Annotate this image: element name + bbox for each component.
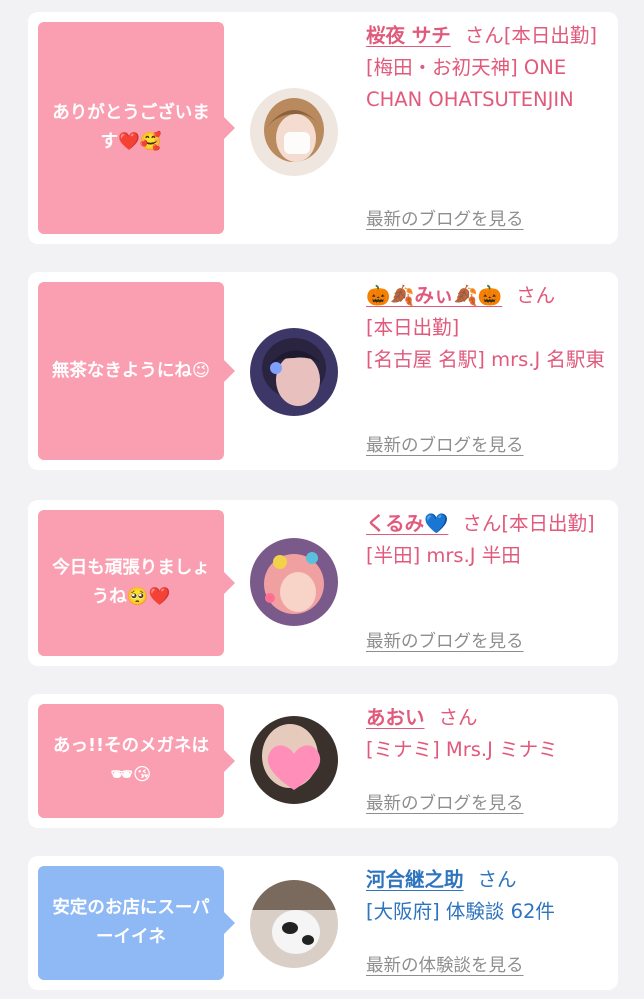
avatar[interactable]: [250, 880, 338, 968]
profile-info: 🎃🍂みぃ🍂🎃 さん [本日出勤] [名古屋 名駅] mrs.J 名駅東: [366, 280, 606, 376]
list-item: 安定のお店にスーパーイイネ 河合継之助 さん [大阪府] 体験談 62件 最新の体…: [28, 856, 618, 990]
list-item: 無茶なきようにね😉 🎃🍂みぃ🍂🎃 さん [本日出勤] [名古屋 名駅] mrs.J…: [28, 272, 618, 470]
profile-info: あおい さん [ミナミ] Mrs.J ミナミ: [366, 702, 606, 766]
review-link[interactable]: 最新の体験談を見る: [366, 952, 524, 977]
list-item: あっ!!そのメガネは🕶😘 あおい さん [ミナミ] Mrs.J ミナミ 最新のブロ…: [28, 694, 618, 828]
honorific: さん: [477, 868, 517, 891]
message-bubble: あっ!!そのメガネは🕶😘: [38, 704, 235, 818]
work-status: [本日出勤]: [503, 24, 598, 47]
message-text: 安定のお店にスーパーイイネ: [52, 898, 210, 947]
message-text: ありがとうございます❤️🥰: [52, 103, 210, 152]
profile-name-link[interactable]: あおい: [366, 706, 425, 729]
avatar[interactable]: [250, 716, 338, 804]
honorific: さん: [464, 24, 504, 47]
profile-info: 河合継之助 さん [大阪府] 体験談 62件: [366, 864, 606, 928]
message-bubble: 無茶なきようにね😉: [38, 282, 235, 460]
blog-link[interactable]: 最新のブログを見る: [366, 628, 524, 653]
honorific: さん: [516, 284, 556, 307]
profile-name-link[interactable]: 河合継之助: [366, 868, 464, 891]
girl-photo-avatar-icon: [250, 88, 338, 176]
message-list: ありがとうございます❤️🥰 桜夜 サチ さん[本日出勤] [梅田・お初天神] ON…: [0, 0, 644, 999]
blog-link[interactable]: 最新のブログを見る: [366, 206, 524, 231]
profile-name-link[interactable]: くるみ💙: [366, 512, 448, 535]
honorific: さん: [462, 512, 502, 535]
message-bubble: ありがとうございます❤️🥰: [38, 22, 235, 234]
profile-info: 桜夜 サチ さん[本日出勤] [梅田・お初天神] ONE CHAN OHATSUT…: [366, 20, 606, 116]
avatar[interactable]: [250, 538, 338, 626]
girl-photo-avatar-icon: [250, 538, 338, 626]
shop-info: [ミナミ] Mrs.J ミナミ: [366, 738, 558, 761]
message-text: あっ!!そのメガネは🕶😘: [53, 736, 209, 785]
profile-name-link[interactable]: 🎃🍂みぃ🍂🎃: [366, 284, 502, 307]
message-bubble: 今日も頑張りましょうね🥺❤️: [38, 510, 235, 656]
honorific: さん: [438, 706, 478, 729]
message-text: 無茶なきようにね😉: [51, 360, 211, 381]
work-status: [本日出勤]: [501, 512, 595, 535]
profile-name-link[interactable]: 桜夜 サチ: [366, 24, 451, 47]
avatar[interactable]: [250, 88, 338, 176]
girl-photo-avatar-icon: [250, 328, 338, 416]
animal-photo-avatar-icon: [250, 880, 338, 968]
blog-link[interactable]: 最新のブログを見る: [366, 432, 524, 457]
blog-link[interactable]: 最新のブログを見る: [366, 790, 524, 815]
message-bubble: 安定のお店にスーパーイイネ: [38, 866, 235, 980]
profile-info: くるみ💙 さん[本日出勤] [半田] mrs.J 半田: [366, 508, 606, 572]
heart-photo-avatar-icon: [250, 716, 338, 804]
avatar[interactable]: [250, 328, 338, 416]
list-item: ありがとうございます❤️🥰 桜夜 サチ さん[本日出勤] [梅田・お初天神] ON…: [28, 12, 618, 244]
list-item: 今日も頑張りましょうね🥺❤️ くるみ💙 さん[本日出勤] [半田] mrs.J 半…: [28, 500, 618, 666]
shop-info: [半田] mrs.J 半田: [366, 544, 521, 567]
shop-info: [名古屋 名駅] mrs.J 名駅東: [366, 348, 605, 371]
shop-info: [梅田・お初天神] ONE CHAN OHATSUTENJIN: [366, 56, 574, 111]
shop-info: [大阪府] 体験談 62件: [366, 900, 555, 923]
work-status: [本日出勤]: [366, 316, 460, 339]
message-text: 今日も頑張りましょうね🥺❤️: [52, 558, 210, 607]
